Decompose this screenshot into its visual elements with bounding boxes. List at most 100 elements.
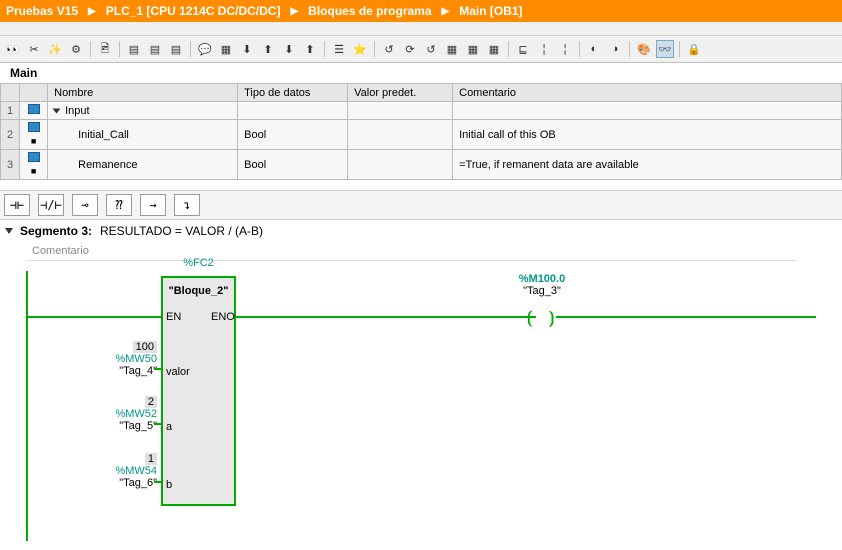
tool-btn-23[interactable]: ⊑ (514, 40, 532, 58)
operand-value: 2 (145, 396, 157, 408)
tool-btn-10[interactable]: ▦ (217, 40, 235, 58)
rownum: 3 (1, 150, 20, 180)
tool-btn-17[interactable]: ↺ (380, 40, 398, 58)
decl-row-input[interactable]: 1 Input (1, 102, 842, 120)
var-name[interactable]: Initial_Call (48, 120, 238, 150)
separator (508, 41, 509, 57)
breadcrumb[interactable]: Pruebas V15▶ PLC_1 [CPU 1214C DC/DC/DC]▶… (0, 0, 842, 22)
separator (190, 41, 191, 57)
operand-value: 100 (133, 341, 157, 353)
separator (324, 41, 325, 57)
operand-b[interactable]: 1 %MW54 "Tag_6" (81, 453, 157, 489)
operand-addr: %MW54 (115, 465, 157, 477)
crumb-blocks[interactable]: Bloques de programa (308, 4, 431, 18)
tool-btn-9[interactable]: 💬 (196, 40, 214, 58)
crumb-project[interactable]: Pruebas V15 (6, 4, 78, 18)
tool-btn-12[interactable]: ⬆ (259, 40, 277, 58)
rownum: 1 (1, 102, 20, 120)
tool-btn-2[interactable]: ✂ (25, 40, 43, 58)
var-preset[interactable] (348, 150, 453, 180)
coil-addr: %M100.0 (519, 273, 565, 285)
table-row[interactable]: 2 ■ Initial_Call Bool Initial call of th… (1, 120, 842, 150)
col-name[interactable]: Nombre (48, 84, 238, 102)
tool-btn-25[interactable]: ╎ (556, 40, 574, 58)
expand-icon[interactable] (53, 108, 61, 113)
crumb-main[interactable]: Main [OB1] (459, 4, 522, 18)
block-title: Main (0, 63, 842, 83)
coil-tag: "Tag_3" (523, 285, 561, 297)
col-rownum (1, 84, 20, 102)
rownum: 2 (1, 120, 20, 150)
var-comment[interactable]: =True, if remanent data are available (453, 150, 842, 180)
tool-btn-4[interactable]: ⚙ (67, 40, 85, 58)
tool-btn-27[interactable]: ◑ (606, 40, 624, 58)
tool-btn-28[interactable]: 🎨 (635, 40, 653, 58)
tool-btn-5[interactable]: 🖻 (96, 40, 114, 58)
tool-btn-14[interactable]: ⬆ (301, 40, 319, 58)
var-type[interactable]: Bool (238, 150, 348, 180)
var-preset[interactable] (348, 120, 453, 150)
tool-btn-18[interactable]: ⟳ (401, 40, 419, 58)
var-name[interactable]: Remanence (48, 150, 238, 180)
ladder-network[interactable]: %FC2 "Bloque_2" EN ENO valor a b 100 %MW… (26, 261, 826, 541)
instr-branch-close[interactable]: ↴ (174, 194, 200, 216)
tool-btn-24[interactable]: ╎ (535, 40, 553, 58)
tag-icon (20, 102, 48, 120)
crumb-plc[interactable]: PLC_1 [CPU 1214C DC/DC/DC] (106, 4, 281, 18)
operand-tag: "Tag_4" (119, 365, 157, 377)
col-type[interactable]: Tipo de datos (238, 84, 348, 102)
var-type[interactable]: Bool (238, 120, 348, 150)
wire (154, 481, 162, 483)
coil-operand[interactable]: %M100.0 "Tag_3" (492, 273, 592, 297)
wire-out-tail (556, 316, 816, 318)
instr-no-contact[interactable]: ⊣⊢ (4, 194, 30, 216)
segment-comment[interactable]: Comentario (26, 242, 796, 261)
instr-nc-contact[interactable]: ⊣/⊢ (38, 194, 64, 216)
tool-btn-30[interactable]: 🔒 (685, 40, 703, 58)
tool-btn-26[interactable]: ◐ (585, 40, 603, 58)
tool-btn-11[interactable]: ⬇ (238, 40, 256, 58)
segment-header[interactable]: Segmento 3: RESULTADO = VALOR / (A-B) (0, 220, 842, 242)
wire-in (26, 316, 161, 318)
tool-btn-1[interactable]: 👀 (4, 40, 22, 58)
coil-bracket-left: ⟮ (527, 308, 533, 328)
segment-desc[interactable]: RESULTADO = VALOR / (A-B) (100, 224, 263, 238)
tool-btn-7[interactable]: ▤ (146, 40, 164, 58)
tool-btn-29[interactable]: 👓 (656, 40, 674, 58)
collapse-icon[interactable] (5, 228, 13, 234)
instr-branch-open[interactable]: → (140, 194, 166, 216)
interface-table: Nombre Tipo de datos Valor predet. Comen… (0, 83, 842, 180)
separator (629, 41, 630, 57)
operand-valor[interactable]: 100 %MW50 "Tag_4" (81, 341, 157, 377)
tool-btn-19[interactable]: ↺ (422, 40, 440, 58)
col-preset[interactable]: Valor predet. (348, 84, 453, 102)
tool-btn-22[interactable]: ▦ (485, 40, 503, 58)
tool-btn-15[interactable]: ☰ (330, 40, 348, 58)
table-row[interactable]: 3 ■ Remanence Bool =True, if remanent da… (1, 150, 842, 180)
col-comment[interactable]: Comentario (453, 84, 842, 102)
tool-btn-20[interactable]: ▦ (443, 40, 461, 58)
block-instance-name[interactable]: "Bloque_2" (161, 285, 236, 297)
operand-value: 1 (145, 453, 157, 465)
tool-btn-3[interactable]: ✨ (46, 40, 64, 58)
operand-a[interactable]: 2 %MW52 "Tag_5" (81, 396, 157, 432)
var-comment[interactable]: Initial call of this OB (453, 120, 842, 150)
wire (154, 368, 162, 370)
coil-bracket-right: ⟯ (549, 308, 555, 328)
tool-btn-8[interactable]: ▤ (167, 40, 185, 58)
separator (119, 41, 120, 57)
instr-coil[interactable]: ⊸ (72, 194, 98, 216)
segment-title: Segmento 3: (20, 224, 92, 238)
tool-btn-16[interactable]: ⭐ (351, 40, 369, 58)
separator (679, 41, 680, 57)
editor-toolbar: 👀 ✂ ✨ ⚙ 🖻 ▤ ▤ ▤ 💬 ▦ ⬇ ⬆ ⬇ ⬆ ☰ ⭐ ↺ ⟳ ↺ ▦ … (0, 36, 842, 63)
decl-section-name: Input (48, 102, 238, 120)
operand-tag: "Tag_5" (119, 420, 157, 432)
port-a: a (166, 421, 172, 433)
tool-btn-21[interactable]: ▦ (464, 40, 482, 58)
tool-btn-6[interactable]: ▤ (125, 40, 143, 58)
operand-tag: "Tag_6" (119, 477, 157, 489)
port-en: EN (166, 311, 181, 323)
instr-box[interactable]: ⁇ (106, 194, 132, 216)
tool-btn-13[interactable]: ⬇ (280, 40, 298, 58)
